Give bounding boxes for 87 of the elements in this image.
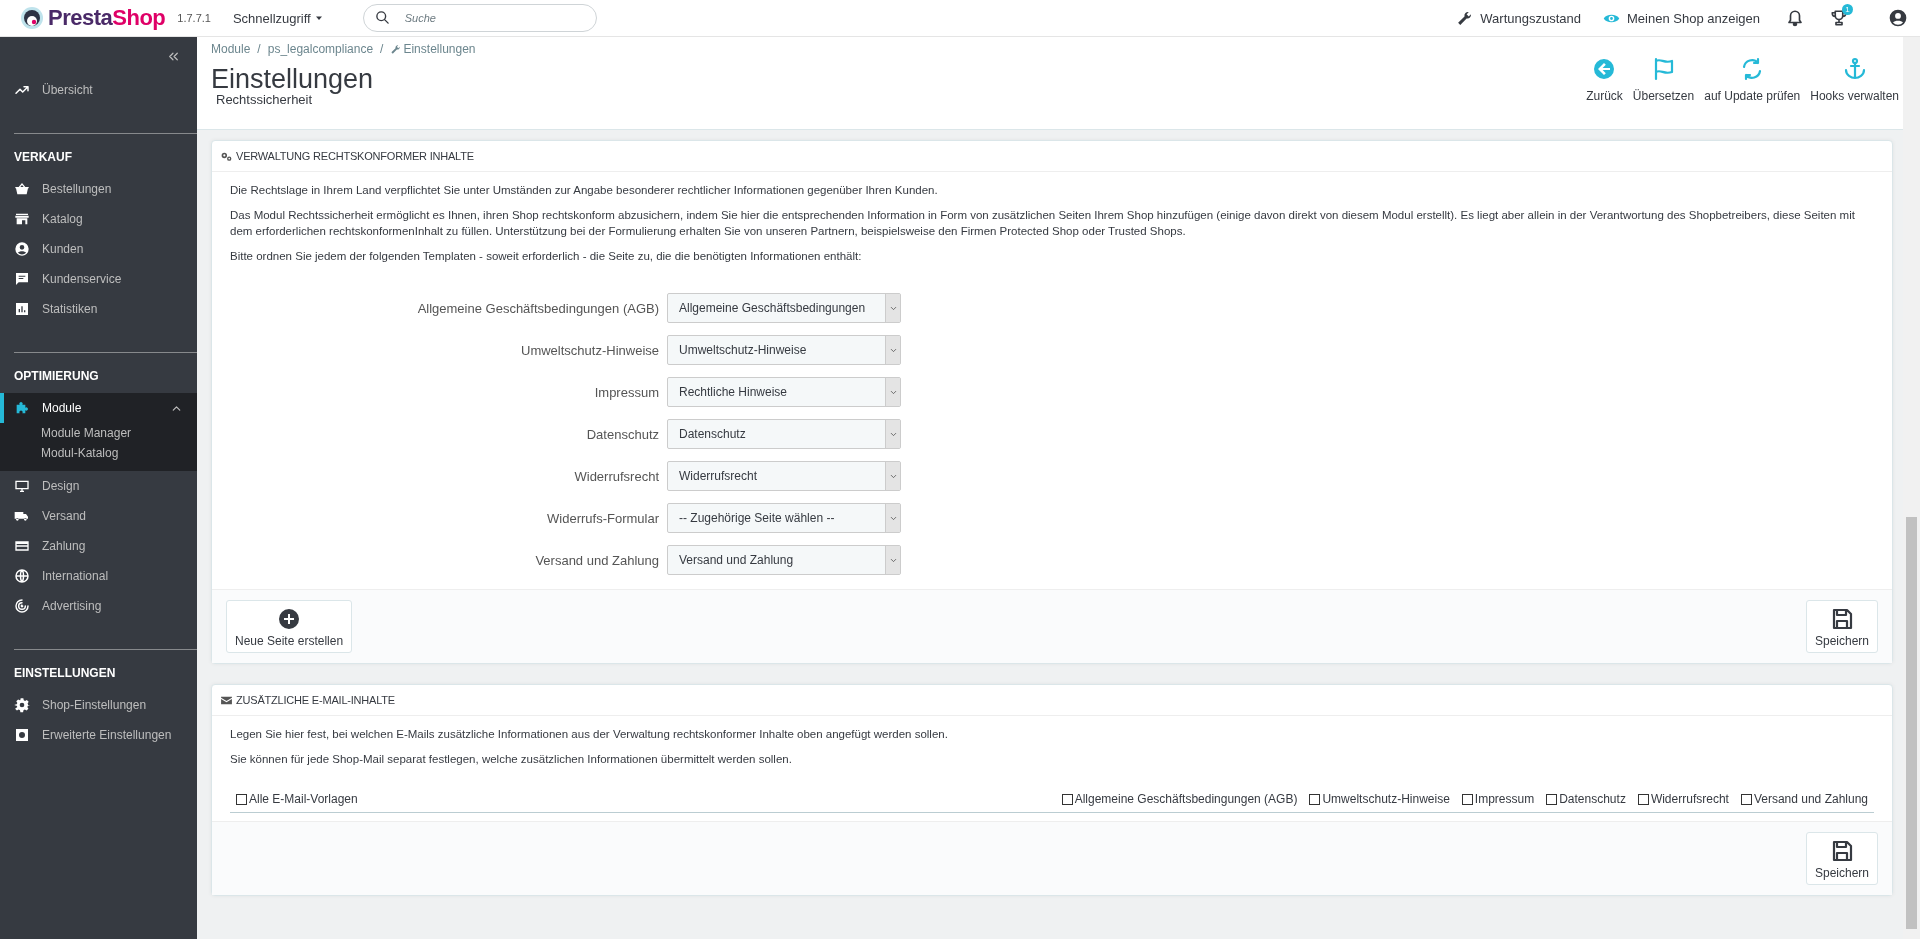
- page-select[interactable]: Umweltschutz-Hinweise: [667, 335, 901, 365]
- bell-icon[interactable]: [1786, 9, 1804, 27]
- maintenance-link[interactable]: Wartungszustand: [1456, 9, 1581, 27]
- search-icon: [374, 10, 390, 25]
- sidebar-item[interactable]: Statistiken: [0, 294, 197, 324]
- basket-icon: [14, 181, 30, 197]
- field-label: Umweltschutz-Hinweise: [520, 342, 659, 358]
- field-label: Versand und Zahlung: [534, 552, 659, 568]
- globe-icon: [14, 568, 30, 584]
- field-label: Impressum: [593, 384, 659, 400]
- store-icon: [14, 211, 30, 227]
- checkbox[interactable]: Impressum: [1461, 792, 1535, 806]
- sidebar-item[interactable]: International: [0, 561, 197, 591]
- breadcrumb-separator: /: [257, 42, 261, 56]
- checkbox[interactable]: Allgemeine Geschäftsbedingungen (AGB): [1061, 792, 1298, 806]
- logo-text: PrestaShop: [48, 5, 166, 31]
- monitor-icon: [14, 478, 30, 494]
- toolbar-button[interactable]: Übersetzen: [1632, 57, 1695, 103]
- paragraph: Das Modul Rechtssicherheit ermöglicht es Ihnen, ihren Shop rechtskonform abzusichern, indem Sie hier die entsprechenden Information in Form von zusätzlichen Seiten Ihrem Shop hinzufügen (einige davon direkt von diesem Modul erstellt). Es liegt aber allein in der Verantwortung des Shopbetreibers, diese Seiten mit dem erforderlichen rechtskonformenInhalt zu füllen. Unterstützung bei der Formulierung erhalten Sie von unseren Partnern, beispielsweise den Firmen Protected Shop oder Trusted Shops.: [230, 208, 1856, 239]
- checkbox[interactable]: Versand und Zahlung: [1740, 792, 1868, 806]
- sidebar-item[interactable]: Kundenservice: [0, 264, 197, 294]
- plus-icon: [277, 607, 302, 631]
- sidebar-item[interactable]: Katalog: [0, 204, 197, 234]
- account-icon[interactable]: [1888, 8, 1908, 28]
- sidebar-subitem[interactable]: Module Manager: [0, 423, 197, 443]
- paragraph: Legen Sie hier fest, bei welchen E-Mails zusätzliche Informationen aus der Verwaltung rechtskonformer Inhalte oben angefügt werden sollen.: [230, 727, 949, 742]
- trophy-icon[interactable]: [1830, 9, 1848, 27]
- page-select[interactable]: Versand und Zahlung: [667, 545, 901, 575]
- breadcrumb-separator: /: [380, 42, 384, 56]
- target-icon: [14, 598, 30, 614]
- chat-icon: [14, 271, 30, 287]
- quick-access-menu[interactable]: Schnellzugriff: [226, 9, 331, 27]
- field-label: Widerrufsrecht: [573, 468, 659, 484]
- user-icon: [14, 241, 30, 257]
- page-select[interactable]: Rechtliche Hinweise: [667, 377, 901, 407]
- section-title: VERKAUF: [13, 149, 73, 166]
- field-label: Datenschutz: [585, 426, 659, 442]
- sidebar-item[interactable]: Erweiterte Einstellungen: [0, 720, 197, 750]
- checkbox[interactable]: Umweltschutz-Hinweise: [1309, 792, 1450, 806]
- sidebar-item[interactable]: Versand: [0, 501, 197, 531]
- view-shop-link[interactable]: Meinen Shop anzeigen: [1603, 9, 1760, 27]
- paragraph: Die Rechtslage in Ihrem Land verpflichtet Sie unter Umständen zur Angabe besonderer rechtlicher Informationen gegenüber Ihren Kunden.: [230, 183, 939, 198]
- logo[interactable]: PrestaShop: [20, 5, 166, 31]
- save-button[interactable]: Speichern: [1805, 832, 1878, 885]
- toolbar-button[interactable]: Zurück: [1586, 57, 1623, 103]
- notification-badge: 1: [1842, 4, 1853, 15]
- sidebar-item[interactable]: Bestellungen: [0, 174, 197, 204]
- checkbox[interactable]: Widerrufsrecht: [1637, 792, 1729, 806]
- breadcrumb-link[interactable]: Module: [211, 42, 251, 56]
- sidebar-item[interactable]: Zahlung: [0, 531, 197, 561]
- sidebar-item[interactable]: Übersicht: [0, 75, 197, 105]
- panel-title: ZUSÄTZLICHE E-MAIL-INHALTE: [236, 694, 395, 706]
- paragraph: Sie können für jede Shop-Mail separat festlegen, welche zusätzlichen Informationen übermittelt werden sollen.: [230, 752, 793, 767]
- toolbar-button[interactable]: Hooks verwalten: [1810, 57, 1899, 103]
- breadcrumb-link[interactable]: ps_legalcompliance: [267, 42, 374, 56]
- page-select[interactable]: -- Zugehörige Seite wählen --: [667, 503, 901, 533]
- sidebar-item[interactable]: Design: [0, 471, 197, 501]
- checkbox[interactable]: Alle E-Mail-Vorlagen: [236, 792, 358, 806]
- breadcrumb-item[interactable]: Einstellungen: [390, 42, 476, 56]
- section-title: EINSTELLUNGEN: [13, 665, 117, 682]
- section-title: OPTIMIERUNG: [13, 368, 100, 385]
- field-label: Allgemeine Geschäftsbedingungen (AGB): [416, 300, 659, 316]
- save-button[interactable]: Speichern: [1805, 600, 1878, 653]
- field-label: Widerrufs-Formular: [546, 510, 659, 526]
- sidebar-item[interactable]: Advertising: [0, 591, 197, 621]
- search-field[interactable]: Suche: [362, 4, 597, 32]
- card-icon: [14, 538, 30, 554]
- paragraph: Bitte ordnen Sie jedem der folgenden Templaten - soweit erforderlich - die Seite zu, die die benötigten Informationen enthält:: [230, 249, 863, 264]
- version-label: 1.7.7.1: [177, 12, 211, 24]
- page-select[interactable]: Allgemeine Geschäftsbedingungen: [667, 293, 901, 323]
- page-select[interactable]: Widerrufsrecht: [667, 461, 901, 491]
- scrollbar[interactable]: [1903, 37, 1920, 939]
- new-page-button[interactable]: Neue Seite erstellen: [226, 600, 353, 653]
- page-subtitle: Rechtssicherheit: [216, 93, 313, 107]
- checkbox[interactable]: Datenschutz: [1546, 792, 1626, 806]
- anchor-icon: [1842, 57, 1867, 81]
- back-arrow-icon: [1592, 57, 1617, 81]
- toolbar-button[interactable]: auf Update prüfen: [1704, 57, 1801, 103]
- page-select[interactable]: Datenschutz: [667, 419, 901, 449]
- sidebar-item[interactable]: Kunden: [0, 234, 197, 264]
- panel-title: VERWALTUNG RECHTSKONFORMER INHALTE: [236, 150, 474, 162]
- wrench-icon: [390, 43, 402, 55]
- sidebar-subitem[interactable]: Modul-Katalog: [0, 443, 197, 463]
- sidebar-item[interactable]: Shop-Einstellungen: [0, 690, 197, 720]
- puzzle-icon: [14, 400, 30, 416]
- wrench-icon: [1456, 9, 1474, 27]
- bar-chart-icon: [14, 301, 30, 317]
